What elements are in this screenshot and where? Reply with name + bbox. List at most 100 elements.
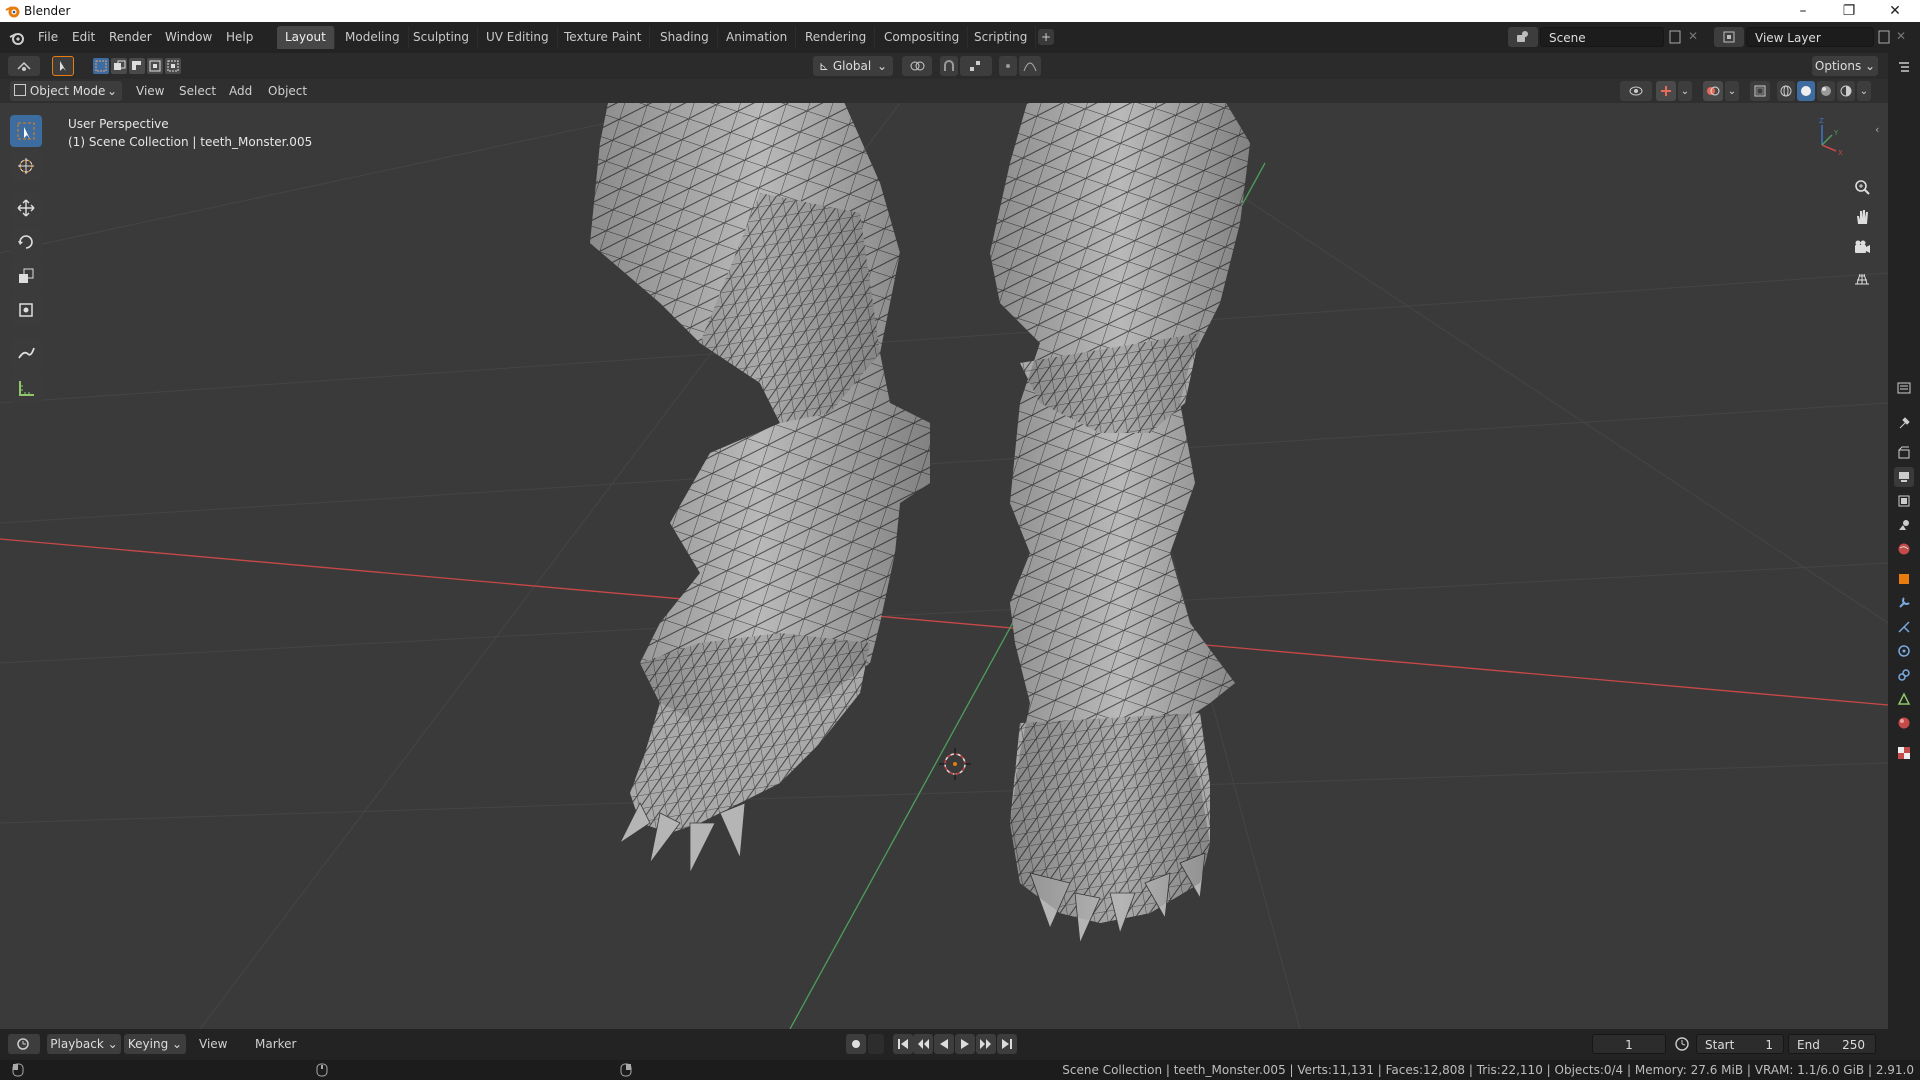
texture-properties-icon[interactable]: [1894, 743, 1914, 763]
measure-tool[interactable]: [10, 372, 42, 404]
tab-shading[interactable]: Shading: [652, 26, 718, 49]
world-properties-icon[interactable]: [1894, 539, 1914, 559]
rendered-shading-icon[interactable]: [1837, 81, 1855, 101]
gizmo-dropdown-icon[interactable]: ⌄: [1678, 81, 1692, 101]
minimize-button[interactable]: –: [1780, 0, 1826, 22]
tab-texture-paint[interactable]: Texture Paint: [556, 26, 651, 49]
new-view-layer-icon[interactable]: [1876, 29, 1892, 45]
outliner-editor-icon[interactable]: [1894, 57, 1914, 77]
viewport-menu-add[interactable]: Add: [223, 82, 258, 100]
current-frame-field[interactable]: 1: [1592, 1034, 1666, 1054]
solid-shading-icon[interactable]: [1797, 81, 1815, 101]
view-layer-field[interactable]: View Layer: [1746, 27, 1874, 47]
camera-view-icon[interactable]: [1848, 233, 1876, 261]
zoom-view-icon[interactable]: [1848, 173, 1876, 201]
orthographic-toggle-icon[interactable]: [1848, 265, 1876, 293]
viewport-menu-object[interactable]: Object: [262, 82, 313, 100]
sidebar-toggle-icon[interactable]: ‹: [1875, 123, 1885, 137]
end-frame-field[interactable]: End 250: [1788, 1034, 1876, 1054]
jump-end-icon[interactable]: [997, 1034, 1017, 1054]
tab-scripting[interactable]: Scripting: [966, 26, 1037, 49]
output-properties-icon[interactable]: [1894, 467, 1914, 487]
navigation-gizmo[interactable]: Z Y X: [1800, 115, 1850, 165]
proportional-falloff-icon[interactable]: [1019, 56, 1041, 76]
tab-animation[interactable]: Animation: [718, 26, 797, 49]
use-preview-range-icon[interactable]: [1674, 1036, 1690, 1052]
active-tool-select-icon[interactable]: [52, 56, 74, 76]
scale-tool[interactable]: [10, 260, 42, 292]
menu-window[interactable]: Window: [159, 28, 218, 46]
tab-uv-editing[interactable]: UV Editing: [478, 26, 558, 49]
jump-keyframe-forward-icon[interactable]: [976, 1034, 996, 1054]
jump-start-icon[interactable]: [893, 1034, 913, 1054]
3d-viewport[interactable]: User Perspective (1) Scene Collection | …: [0, 103, 1888, 1029]
3d-cursor[interactable]: [939, 748, 971, 780]
play-icon[interactable]: [955, 1034, 975, 1054]
scene-browse-icon[interactable]: [1508, 27, 1538, 47]
new-scene-icon[interactable]: [1667, 29, 1683, 45]
overlays-dropdown-icon[interactable]: ⌄: [1725, 81, 1739, 101]
tab-layout[interactable]: Layout: [277, 26, 335, 49]
tab-sculpting[interactable]: Sculpting: [405, 26, 479, 49]
start-frame-field[interactable]: Start 1: [1696, 1034, 1784, 1054]
mode-intersect-selection-icon[interactable]: [165, 58, 181, 74]
proportional-edit-icon[interactable]: [999, 56, 1017, 76]
mode-subtract-selection-icon[interactable]: [129, 58, 145, 74]
rotate-tool[interactable]: [10, 226, 42, 258]
select-box-tool[interactable]: [10, 115, 42, 147]
viewport-menu-view[interactable]: View: [130, 82, 170, 100]
snap-toggle-icon[interactable]: [940, 56, 958, 76]
render-properties-icon[interactable]: [1894, 443, 1914, 463]
tool-properties-icon[interactable]: [1894, 413, 1914, 433]
keying-dropdown[interactable]: Keying ⌄: [124, 1034, 186, 1054]
jump-keyframe-back-icon[interactable]: [913, 1034, 933, 1054]
data-properties-icon[interactable]: [1894, 689, 1914, 709]
object-mode-dropdown[interactable]: Object Mode ⌄: [10, 81, 122, 101]
editor-type-icon[interactable]: [8, 56, 40, 76]
timeline-editor-type-icon[interactable]: [8, 1034, 40, 1054]
pan-view-hand-icon[interactable]: [1848, 203, 1876, 231]
menu-help[interactable]: Help: [220, 28, 259, 46]
playback-dropdown[interactable]: Playback ⌄: [47, 1034, 121, 1054]
tab-modeling[interactable]: Modeling: [337, 26, 409, 49]
viewport-menu-select[interactable]: Select: [173, 82, 222, 100]
view-layer-browse-icon[interactable]: [1714, 27, 1744, 47]
properties-editor-icon[interactable]: [1894, 378, 1914, 398]
mode-invert-selection-icon[interactable]: [147, 58, 163, 74]
keying-set-icon[interactable]: [868, 1034, 884, 1054]
blender-menu-icon[interactable]: [8, 29, 26, 47]
auto-keying-icon[interactable]: [846, 1034, 866, 1054]
move-tool[interactable]: [10, 192, 42, 224]
cursor-tool[interactable]: [10, 150, 42, 182]
physics-properties-icon[interactable]: [1894, 641, 1914, 661]
timeline-menu-view[interactable]: View: [193, 1035, 233, 1053]
constraints-properties-icon[interactable]: [1894, 665, 1914, 685]
options-dropdown[interactable]: Options ⌄: [1812, 56, 1878, 76]
shading-dropdown-icon[interactable]: ⌄: [1857, 81, 1871, 101]
object-properties-icon[interactable]: [1894, 569, 1914, 589]
overlays-toggle-icon[interactable]: [1703, 81, 1723, 101]
tab-compositing[interactable]: Compositing: [876, 26, 969, 49]
transform-tool[interactable]: [10, 294, 42, 326]
view-layer-properties-icon[interactable]: [1894, 491, 1914, 511]
annotate-tool[interactable]: [10, 338, 42, 370]
timeline-menu-marker[interactable]: Marker: [249, 1035, 302, 1053]
mode-extend-selection-icon[interactable]: [111, 58, 127, 74]
delete-view-layer-icon[interactable]: ✕: [1896, 29, 1910, 45]
transform-orientation-dropdown[interactable]: ⊾ Global ⌄: [813, 56, 893, 76]
scene-name-field[interactable]: Scene: [1540, 27, 1664, 47]
menu-render[interactable]: Render: [103, 28, 158, 46]
wireframe-shading-icon[interactable]: [1777, 81, 1795, 101]
particles-properties-icon[interactable]: [1894, 617, 1914, 637]
material-preview-shading-icon[interactable]: [1817, 81, 1835, 101]
object-visibility-icon[interactable]: [1620, 81, 1652, 101]
mode-new-selection-icon[interactable]: [93, 58, 109, 74]
pivot-point-icon[interactable]: [902, 56, 932, 76]
maximize-button[interactable]: ❐: [1826, 0, 1872, 22]
gizmo-toggle-icon[interactable]: [1656, 81, 1676, 101]
play-reverse-icon[interactable]: [934, 1034, 954, 1054]
menu-edit[interactable]: Edit: [66, 28, 101, 46]
tab-rendering[interactable]: Rendering: [797, 26, 876, 49]
material-properties-icon[interactable]: [1894, 713, 1914, 733]
modifier-properties-wrench-icon[interactable]: [1894, 593, 1914, 613]
